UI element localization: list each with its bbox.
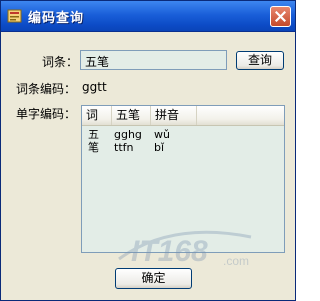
- pinyin-cell: bǐ: [154, 141, 165, 154]
- list-item[interactable]: 笔 ttfn bǐ: [82, 141, 284, 154]
- close-button[interactable]: [270, 6, 291, 27]
- char-cell: 五: [88, 128, 99, 141]
- query-button[interactable]: 查询: [236, 51, 284, 70]
- window-title: 编码查询: [28, 11, 85, 26]
- dialog-window: 编码查询 词条： 五笔 查询 词条编码： ggtt 单字编码： 词 五笔 拼音 …: [0, 0, 296, 301]
- char-code-label: 单字编码：: [16, 107, 77, 121]
- char-cell: 笔: [88, 141, 99, 154]
- close-icon: [275, 11, 286, 22]
- entry-input[interactable]: 五笔: [80, 50, 227, 70]
- list-header: 词 五笔 拼音: [82, 106, 284, 126]
- entry-code-label: 词条编码：: [16, 82, 77, 96]
- pinyin-cell: wǔ: [154, 128, 170, 141]
- watermark-suffix: .com: [223, 254, 249, 268]
- app-icon: [7, 9, 22, 23]
- wubi-cell: ttfn: [114, 141, 134, 154]
- watermark-text: IT168: [131, 235, 208, 268]
- column-header-wubi[interactable]: 五笔: [112, 106, 151, 125]
- ok-button[interactable]: 确定: [115, 268, 192, 289]
- entry-code-value: ggtt: [82, 80, 107, 94]
- column-header-pinyin[interactable]: 拼音: [151, 106, 197, 125]
- title-bar[interactable]: 编码查询: [1, 1, 295, 32]
- watermark-logo: IT168 .com: [118, 230, 252, 268]
- column-header-char[interactable]: 词: [82, 106, 112, 125]
- wubi-cell: gghg: [114, 128, 142, 141]
- list-item[interactable]: 五 gghg wǔ: [82, 128, 284, 141]
- entry-label: 词条：: [42, 55, 79, 69]
